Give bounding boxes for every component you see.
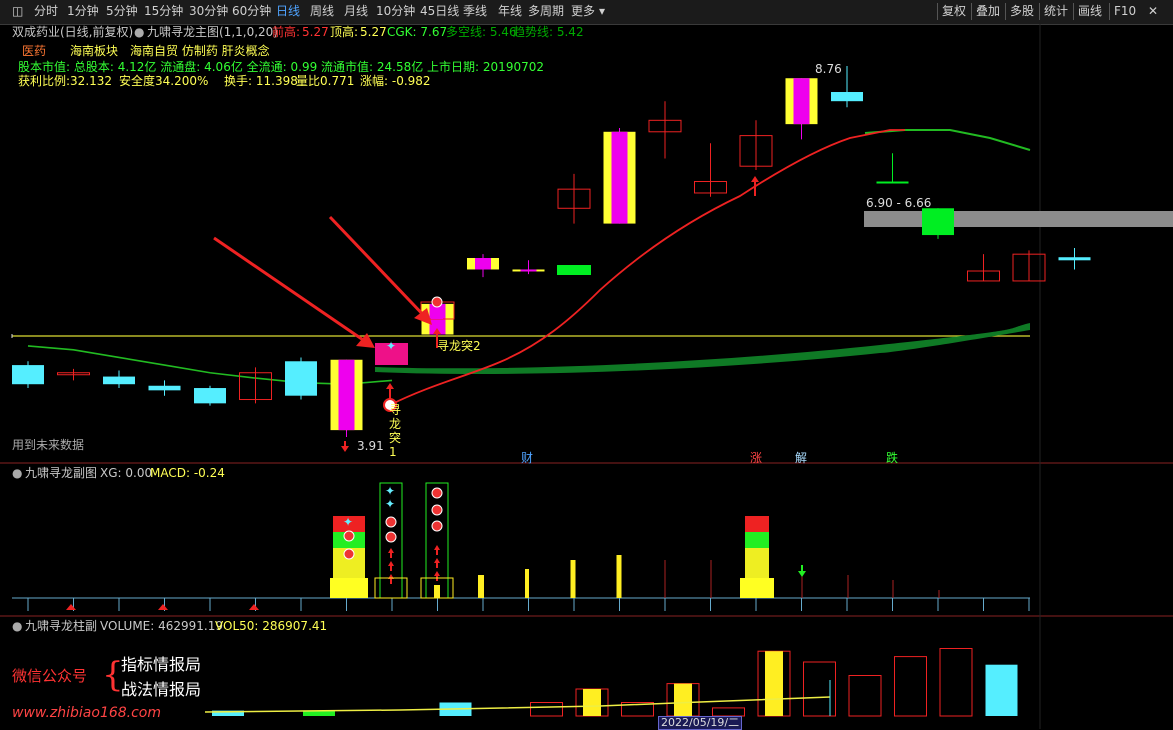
sub-settings-icon[interactable]: ● <box>12 466 22 480</box>
ball-icon <box>343 548 355 560</box>
candle-body-core <box>520 269 537 272</box>
volume-bar <box>530 702 563 717</box>
sub-red-triangle <box>66 604 76 610</box>
ball-icon <box>431 504 443 516</box>
candle-body-core <box>611 131 628 224</box>
sub-bar <box>664 560 666 598</box>
candle-body-core <box>793 78 810 125</box>
watermark-url: www.zhibiao168.com <box>12 705 162 721</box>
money-bag-green <box>745 532 769 548</box>
vol50-value: VOL50: 286907.41 <box>215 619 328 633</box>
sub-bar <box>570 560 576 598</box>
money-bag-base <box>740 578 774 598</box>
candle-body <box>194 388 226 404</box>
candle-body-core <box>475 258 491 270</box>
money-bag-base <box>330 578 368 598</box>
watermark-line2: 战法情报局 <box>121 680 202 699</box>
candle-body <box>103 376 135 385</box>
candle-base <box>557 265 591 275</box>
butterfly-icon: ✦ <box>343 515 353 529</box>
money-bag-yellow <box>745 548 769 578</box>
sub-bar <box>938 590 940 598</box>
butterfly-icon: ✦ <box>385 484 395 498</box>
buy-arrow-head <box>751 176 759 182</box>
event-mark-cai[interactable]: 财 <box>521 451 533 465</box>
arrow-head-icon <box>388 548 394 553</box>
sub-bar <box>434 585 440 598</box>
sub-bar <box>525 569 529 598</box>
ball-icon <box>431 296 443 308</box>
date-label: 2022/05/19/二 <box>658 716 743 730</box>
candle-body <box>876 181 909 184</box>
sub-red-triangle <box>249 604 259 610</box>
volume-bar <box>985 664 1018 716</box>
buy-arrow-head <box>386 383 394 389</box>
sub-macd-value: MACD: -0.24 <box>150 466 225 480</box>
sub-bar <box>616 555 622 598</box>
ball-icon <box>385 516 397 528</box>
vol50-line <box>204 696 831 713</box>
low-arrow-head <box>341 446 349 452</box>
arrow-head-icon <box>434 545 440 550</box>
volume-bar <box>583 689 601 716</box>
sub-red-triangle <box>158 604 168 610</box>
event-mark-jie[interactable]: 解 <box>795 451 807 465</box>
candle-body <box>831 92 863 102</box>
volume-value: VOLUME: 462991.19 <box>100 619 223 633</box>
candle-body-core <box>338 359 355 431</box>
ball-icon <box>343 530 355 542</box>
candle-body <box>12 365 44 385</box>
resistance-band <box>864 211 1173 227</box>
volume-bar <box>894 656 927 717</box>
range-label: 6.90 - 6.66 <box>866 196 932 210</box>
candle-body <box>1058 257 1091 261</box>
candle-body <box>148 385 181 391</box>
low-price-label: 3.91 <box>357 439 384 453</box>
ball-icon <box>431 520 443 532</box>
vol-settings-icon[interactable]: ● <box>12 619 22 633</box>
sub-bar <box>847 575 849 598</box>
sub-xg-value: XG: 0.00 <box>100 466 153 480</box>
ball-icon <box>385 531 397 543</box>
sub-chart-title[interactable]: 九啸寻龙副图 <box>25 466 97 480</box>
high-price-label: 8.76 <box>815 62 842 76</box>
signal-1-label: 寻龙突1 <box>389 403 402 459</box>
sub-bar <box>710 560 712 598</box>
arrow-head-icon <box>434 571 440 576</box>
vol-chart-title[interactable]: 九啸寻龙柱副 <box>25 619 97 633</box>
butterfly-icon: ✦ <box>386 339 396 353</box>
sub-bar <box>478 575 484 598</box>
ball-icon <box>431 487 443 499</box>
candle-body <box>922 208 954 236</box>
sub-bar <box>892 580 894 598</box>
volume-bar <box>939 648 973 717</box>
volume-bar <box>712 707 745 717</box>
volume-bar <box>848 675 882 717</box>
future-data-note: 用到未来数据 <box>12 438 85 452</box>
volume-bar <box>803 661 836 717</box>
annotation-arrow <box>213 236 373 348</box>
annotation-arrow <box>328 215 432 324</box>
green-ma-right <box>864 129 1031 151</box>
sell-arrow-head <box>798 571 806 577</box>
candle-body <box>285 361 317 396</box>
watermark-wechat: 微信公众号 <box>12 667 88 685</box>
arrow-head-icon <box>434 558 440 563</box>
event-mark-zhang[interactable]: 涨 <box>750 451 762 465</box>
signal-box-core <box>431 308 443 319</box>
watermark-line1: 指标情报局 <box>121 655 202 674</box>
butterfly-icon: ✦ <box>385 497 395 511</box>
volume-bar <box>765 651 783 716</box>
volume-bar <box>674 683 692 716</box>
event-mark-die[interactable]: 跌 <box>886 451 898 465</box>
money-bag-red <box>745 516 769 532</box>
arrow-head-icon <box>388 561 394 566</box>
signal-2-label: 寻龙突2 <box>437 339 481 353</box>
